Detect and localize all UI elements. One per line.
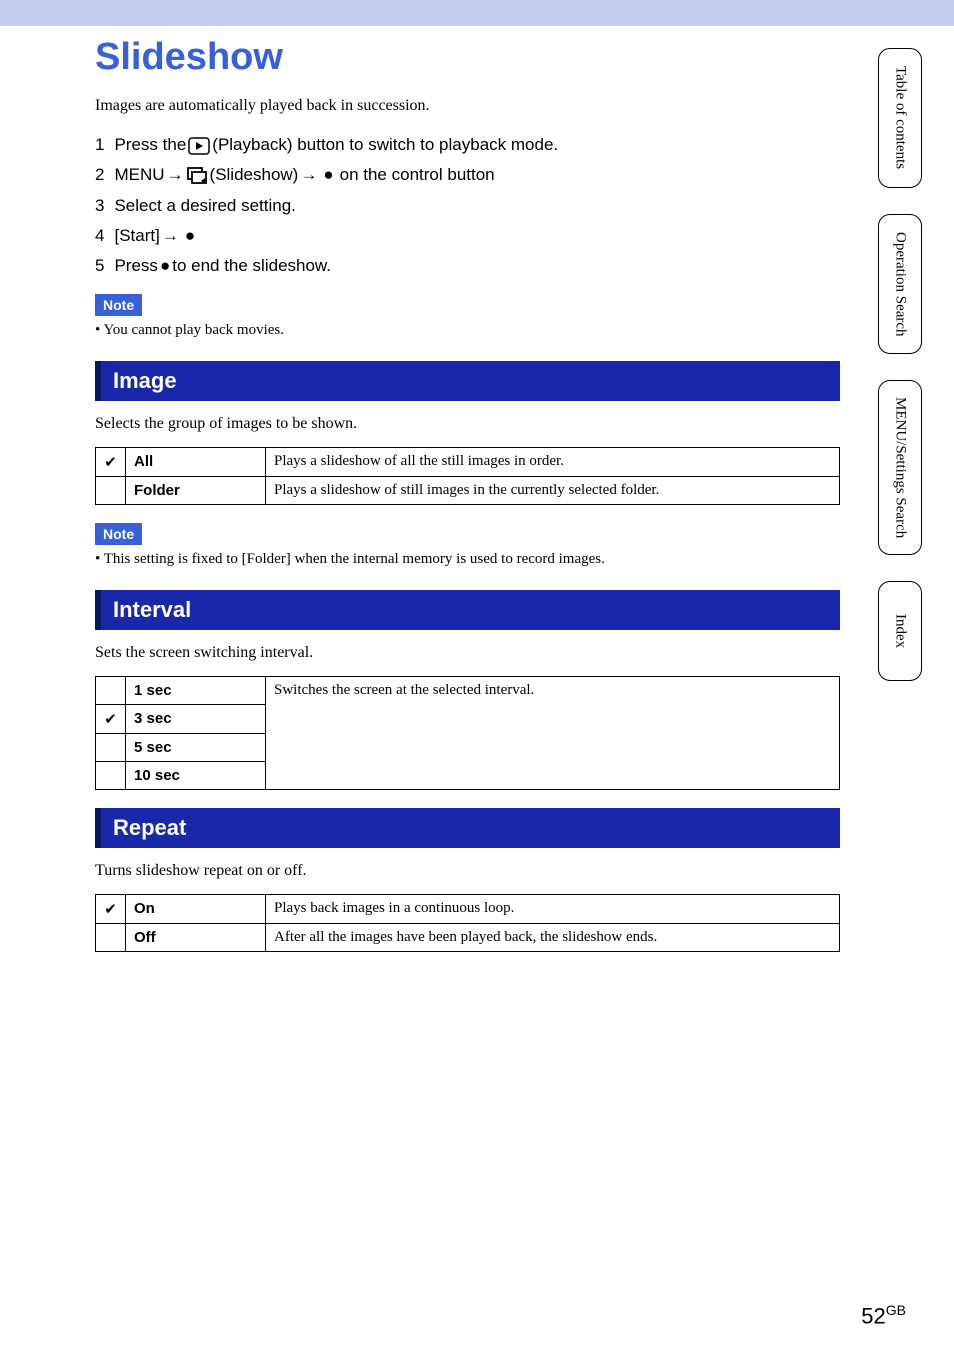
arrow-icon: → [300,165,317,185]
top-bar [0,0,954,26]
table-row: ✔ On Plays back images in a continuous l… [96,894,840,923]
page-num: 52 [861,1303,885,1328]
step-number: 1 [95,135,104,155]
side-tabs: Table of contents Operation Search MENU/… [878,48,922,707]
image-table: ✔ All Plays a slideshow of all the still… [95,447,840,505]
interval-table: 1 sec Switches the screen at the selecte… [95,676,840,790]
step-text: [Start] [114,226,159,246]
note-label: Note [95,523,142,545]
check-cell: ✔ [96,894,126,923]
step-text: MENU [114,165,164,185]
page-title: Slideshow [95,36,840,79]
check-cell: ✔ [96,447,126,476]
image-desc: Selects the group of images to be shown. [95,415,840,433]
steps-list: 1 Press the (Playback) button to switch … [95,135,840,276]
step-text: on the control button [340,165,495,185]
table-row: ✔ All Plays a slideshow of all the still… [96,447,840,476]
step-text: to end the slideshow. [172,256,331,276]
repeat-desc: Turns slideshow repeat on or off. [95,862,840,880]
tab-menu-settings[interactable]: MENU/Settings Search [878,380,922,555]
tab-operation-search[interactable]: Operation Search [878,214,922,354]
table-row: 1 sec Switches the screen at the selecte… [96,676,840,704]
intro-text: Images are automatically played back in … [95,97,840,115]
option-name: Folder [126,476,266,504]
dot-icon: ● [319,165,337,185]
check-cell [96,733,126,761]
repeat-table: ✔ On Plays back images in a continuous l… [95,894,840,952]
option-name: 10 sec [126,761,266,789]
repeat-heading: Repeat [95,808,840,848]
option-name: 5 sec [126,733,266,761]
playback-icon [188,135,210,155]
image-heading: Image [95,361,840,401]
step-3: 3 Select a desired setting. [95,196,840,216]
step-4: 4 [Start] → ● [95,226,840,246]
step-text: Select a desired setting. [114,196,295,216]
check-cell [96,761,126,789]
interval-desc: Sets the screen switching interval. [95,644,840,662]
tab-table-of-contents[interactable]: Table of contents [878,48,922,188]
note-text: • You cannot play back movies. [95,322,840,339]
step-text: (Slideshow) [210,165,299,185]
step-2: 2 MENU → (Slideshow) → ● on the control … [95,165,840,186]
step-number: 3 [95,196,104,216]
check-cell [96,923,126,951]
option-desc: Plays a slideshow of still images in the… [266,476,840,504]
step-number: 4 [95,226,104,246]
dot-icon: ● [181,226,195,246]
option-desc: Plays back images in a continuous loop. [266,894,840,923]
step-text: Press [114,256,157,276]
note-label: Note [95,294,142,316]
tab-index[interactable]: Index [878,581,922,681]
tab-label: MENU/Settings Search [892,397,909,538]
main-content: Slideshow Images are automatically playe… [0,26,840,952]
table-row: Folder Plays a slideshow of still images… [96,476,840,504]
tab-label: Table of contents [892,66,909,169]
page-suffix: GB [886,1302,906,1318]
check-cell: ✔ [96,704,126,733]
option-desc: Plays a slideshow of all the still image… [266,447,840,476]
slideshow-icon [186,165,208,186]
step-text: Press the [114,135,186,155]
interval-heading: Interval [95,590,840,630]
step-1: 1 Press the (Playback) button to switch … [95,135,840,155]
check-cell [96,476,126,504]
option-name: Off [126,923,266,951]
page-number: 52GB [861,1302,906,1329]
option-name: On [126,894,266,923]
option-name: All [126,447,266,476]
option-name: 3 sec [126,704,266,733]
step-number: 2 [95,165,104,185]
option-desc: After all the images have been played ba… [266,923,840,951]
tab-label: Operation Search [892,232,909,337]
step-number: 5 [95,256,104,276]
arrow-icon: → [162,226,179,246]
note-text: • This setting is fixed to [Folder] when… [95,551,840,568]
option-desc: Switches the screen at the selected inte… [266,676,840,789]
dot-icon: ● [160,256,170,276]
step-5: 5 Press ● to end the slideshow. [95,256,840,276]
step-text: (Playback) button to switch to playback … [212,135,558,155]
arrow-icon: → [167,165,184,185]
check-cell [96,676,126,704]
option-name: 1 sec [126,676,266,704]
tab-label: Index [892,614,909,648]
table-row: Off After all the images have been playe… [96,923,840,951]
